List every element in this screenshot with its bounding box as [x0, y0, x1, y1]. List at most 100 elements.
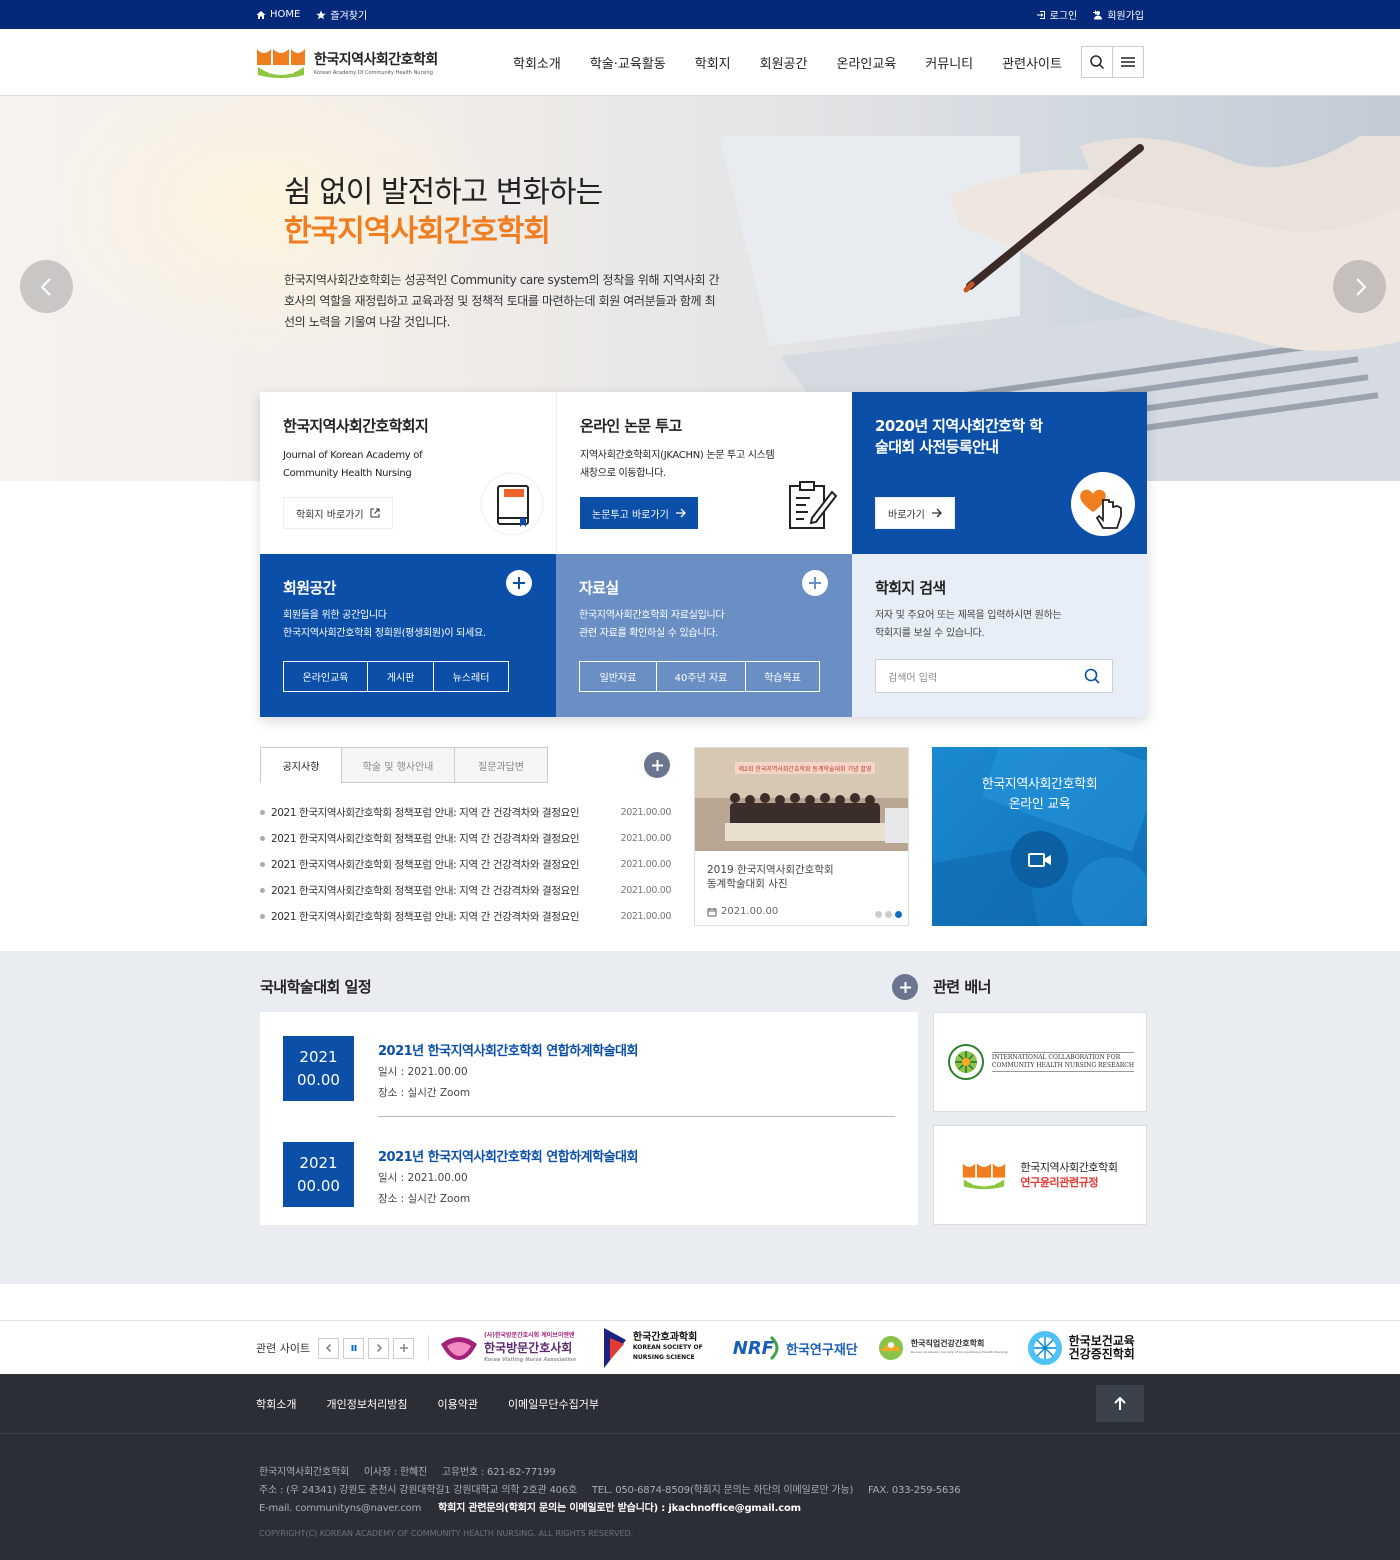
plus-icon: [899, 981, 911, 993]
kns-name: 한국간호과학회: [632, 1332, 698, 1343]
kaohn-en: Korean Academic Society of Occupational …: [910, 1350, 1008, 1354]
event-title: 2021년 한국지역사회간호학회 연합하계학술대회: [378, 1150, 638, 1165]
next-button[interactable]: [368, 1337, 389, 1359]
footer-privacy-link[interactable]: 개인정보처리방침: [326, 1396, 407, 1412]
prev-button[interactable]: [318, 1337, 339, 1359]
search-button[interactable]: [1081, 46, 1113, 78]
login-label: 로그인: [1049, 11, 1078, 22]
notice-title: 2021 한국지역사회간호학회 정책포럼 안내: 지역 간 건강격차와 결정요인: [260, 909, 580, 924]
nav-journal[interactable]: 학회지: [695, 53, 731, 72]
nav-community[interactable]: 커뮤니티: [925, 53, 973, 72]
ethics-banner[interactable]: KACHN 한국지역사회간호학회 연구윤리관련규정: [933, 1125, 1147, 1225]
copyright: COPYRIGHT(C) KOREAN ACADEMY OF COMMUNITY…: [259, 1529, 634, 1538]
footer-about-link[interactable]: 학회소개: [256, 1396, 296, 1412]
nav-members[interactable]: 회원공간: [760, 53, 808, 72]
schedule-more-button[interactable]: [892, 974, 918, 1000]
photo-date: 2021.00.00: [707, 906, 778, 917]
calendar-icon: [707, 907, 717, 916]
online-edu-link[interactable]: 온라인교육: [284, 662, 367, 691]
plus-icon: [399, 1344, 408, 1352]
kachn-logo-icon: KACHN: [963, 1163, 1006, 1190]
favorite-link[interactable]: 즐겨찾기: [316, 7, 367, 22]
pause-button[interactable]: [343, 1337, 364, 1359]
plus-icon: [809, 577, 821, 589]
nav-academic[interactable]: 학술·교육활동: [590, 53, 666, 72]
notice-item[interactable]: 2021 한국지역사회간호학회 정책포럼 안내: 지역 간 건강격차와 결정요인…: [260, 825, 671, 851]
site-logo[interactable]: KACHN 한국지역사회간호학회 Korean Academy Of Commu…: [256, 45, 506, 79]
news-section: 공지사항 학술 및 행사안내 질문과답변 2021 한국지역사회간호학회 정책포…: [260, 747, 1147, 927]
notice-item[interactable]: 2021 한국지역사회간호학회 정책포럼 안내: 지역 간 건강격차와 결정요인…: [260, 851, 671, 877]
slide-prev-button[interactable]: [20, 260, 73, 313]
footer-org-line: 한국지역사회간호학회 이사장 : 한혜진 고유번호 : 621-82-77199: [259, 1467, 556, 1478]
home-link[interactable]: HOME: [256, 9, 300, 20]
kvna-site-link[interactable]: (사)한국방문간호사회 케이브이엔엔 한국방문간호사회 Korea Visiti…: [439, 1330, 576, 1366]
footer-email-policy-link[interactable]: 이메일무단수집거부: [508, 1396, 599, 1412]
notice-date: 2021.00.00: [620, 910, 672, 922]
footer-nav: 학회소개 개인정보처리방침 이용약관 이메일무단수집거부: [256, 1374, 1144, 1434]
nav-online-edu[interactable]: 온라인교육: [836, 53, 896, 72]
page-dot-active[interactable]: [895, 911, 902, 918]
kvna-logo-icon: [441, 1337, 477, 1360]
notice-more-button[interactable]: [644, 752, 670, 778]
footer-email: E-mail. communityns@naver.com: [259, 1503, 422, 1514]
journal-card: 한국지역사회간호학회지 Journal of Korean Academy of…: [260, 392, 556, 554]
notice-item[interactable]: 2021 한국지역사회간호학회 정책포럼 안내: 지역 간 건강격차와 결정요인…: [260, 903, 671, 929]
journal-search-input[interactable]: 검색어 입력: [875, 659, 1113, 693]
scroll-top-button[interactable]: [1096, 1385, 1144, 1422]
add-button[interactable]: [393, 1337, 414, 1359]
kns-site-link[interactable]: 한국간호과학회 KOREAN SOCIETY OF NURSING SCIENC…: [602, 1326, 703, 1370]
kshepa-site-link[interactable]: 한국보건교육 건강증진학회: [1026, 1329, 1135, 1367]
40th-anniversary-link[interactable]: 40주년 자료: [656, 662, 745, 691]
learning-goals-link[interactable]: 학습목표: [745, 662, 819, 691]
join-link[interactable]: 회원가입: [1093, 7, 1144, 22]
nav-related[interactable]: 관련사이트: [1002, 53, 1062, 72]
menu-button[interactable]: [1112, 46, 1144, 78]
kshepa-logo-icon: [1027, 1331, 1062, 1365]
svg-text:KACHN: KACHN: [973, 1181, 996, 1188]
kaohn-logo-icon: [878, 1336, 903, 1360]
notice-item[interactable]: 2021 한국지역사회간호학회 정책포럼 안내: 지역 간 건강격차와 결정요인…: [260, 877, 671, 903]
video-button[interactable]: [1011, 831, 1068, 888]
footer-address-line: 주소 : (우 24341) 강원도 춘천시 강원대학길1 강원대학교 의학 2…: [259, 1485, 961, 1496]
page-dot[interactable]: [875, 911, 882, 918]
journal-link-button[interactable]: 학회지 바로가기: [283, 497, 393, 529]
journal-card-title: 한국지역사회간호학회지: [283, 417, 429, 435]
page-dot[interactable]: [885, 911, 892, 918]
event-date-badge: 2021 00.00: [283, 1036, 354, 1101]
conference-link-button[interactable]: 바로가기: [875, 497, 955, 529]
event-when: 일시 : 2021.00.00: [378, 1172, 468, 1184]
star-icon: [316, 10, 326, 19]
slide-next-button[interactable]: [1333, 260, 1386, 313]
icchnr-banner[interactable]: INTERNATIONAL COLLABORATION FOR COMMUNIT…: [933, 1012, 1147, 1112]
photo-gallery-card[interactable]: 제2회 한국지역사회간호학회 동계학술대회 기념 촬영 2019 한국지역사회간…: [694, 747, 909, 926]
members-more-button[interactable]: [506, 570, 532, 596]
logo-title: 한국지역사회간호학회: [314, 51, 438, 68]
newsletter-link[interactable]: 뉴스레터: [433, 662, 508, 691]
search-icon[interactable]: [1084, 668, 1100, 684]
members-card: 회원공간 회원들을 위한 공간입니다 한국지역사회간호학회 정회원(평생회원)이…: [260, 554, 556, 717]
footer-journal-email: 학회지 관련문의(학회지 문의는 이메일로만 받습니다) : jkachnoff…: [438, 1503, 801, 1514]
nrf-site-link[interactable]: NRF 한국연구재단: [733, 1335, 858, 1361]
kaohn-site-link[interactable]: 한국직업건강간호학회 Korean Academic Society of Oc…: [876, 1335, 1008, 1361]
tab-events[interactable]: 학술 및 행사안내: [341, 747, 455, 783]
tab-qna[interactable]: 질문과답변: [454, 747, 548, 783]
notice-item[interactable]: 2021 한국지역사회간호학회 정책포럼 안내: 지역 간 건강격차와 결정요인…: [260, 799, 671, 825]
login-link[interactable]: 로그인: [1036, 7, 1078, 22]
archive-desc-2: 관련 자료를 확인하실 수 있습니다.: [579, 628, 718, 639]
group-photo: 제2회 한국지역사회간호학회 동계학술대회 기념 촬영: [695, 748, 908, 851]
archive-more-button[interactable]: [802, 570, 828, 596]
hero-title-line2: 한국지역사회간호학회: [284, 214, 551, 249]
arrow-right-icon: [931, 508, 942, 518]
nav-about[interactable]: 학회소개: [513, 53, 561, 72]
event-when: 일시 : 2021.00.00: [378, 1066, 468, 1078]
kvna-name: 한국방문간호사회: [484, 1341, 573, 1355]
general-data-link[interactable]: 일반자료: [580, 662, 656, 691]
archive-card-title: 자료실: [579, 579, 619, 597]
board-link[interactable]: 게시판: [367, 662, 433, 691]
tab-notice[interactable]: 공지사항: [260, 747, 342, 783]
online-edu-banner[interactable]: 한국지역사회간호학회 온라인 교육: [932, 747, 1147, 926]
submission-link-button[interactable]: 논문투고 바로가기: [580, 497, 698, 529]
footer-terms-link[interactable]: 이용약관: [437, 1396, 477, 1412]
submission-button-label: 논문투고 바로가기: [592, 509, 669, 521]
schedule-list: 2021 00.00 2021년 한국지역사회간호학회 연합하계학술대회 일시 …: [260, 1012, 918, 1225]
